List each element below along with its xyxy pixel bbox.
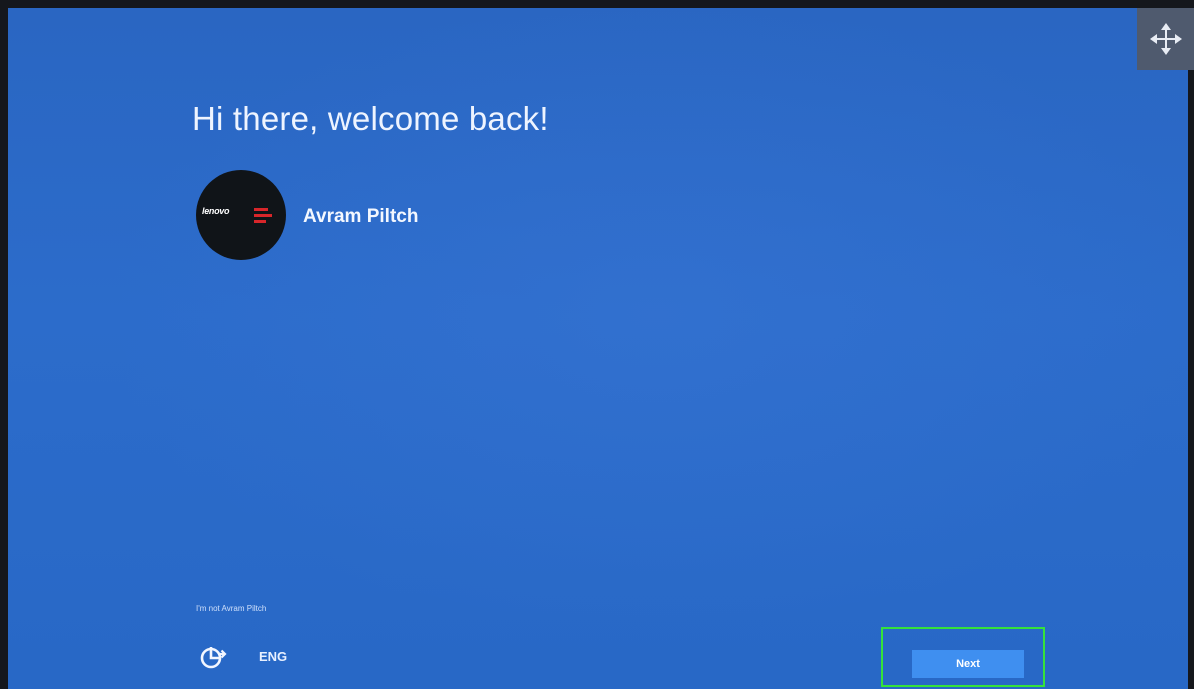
move-handle[interactable]	[1137, 8, 1194, 70]
move-arrows-icon	[1150, 23, 1182, 55]
not-user-link[interactable]: I'm not Avram Piltch	[196, 604, 266, 613]
next-button[interactable]: Next	[912, 650, 1024, 678]
oobe-screen: Hi there, welcome back! lenovo Avram Pil…	[8, 8, 1188, 689]
avatar-logo-stripe	[254, 208, 268, 211]
welcome-title: Hi there, welcome back!	[192, 100, 549, 137]
avatar: lenovo	[196, 170, 286, 260]
avatar-logo-text: lenovo	[202, 206, 230, 216]
language-indicator[interactable]: ENG	[259, 649, 287, 664]
account-name: Avram Piltch	[303, 206, 419, 227]
avatar-logo-stripe	[254, 220, 266, 223]
avatar-logo-stripe	[254, 214, 272, 217]
photo-frame: Hi there, welcome back! lenovo Avram Pil…	[0, 0, 1194, 689]
ease-of-access-icon[interactable]	[200, 644, 228, 670]
